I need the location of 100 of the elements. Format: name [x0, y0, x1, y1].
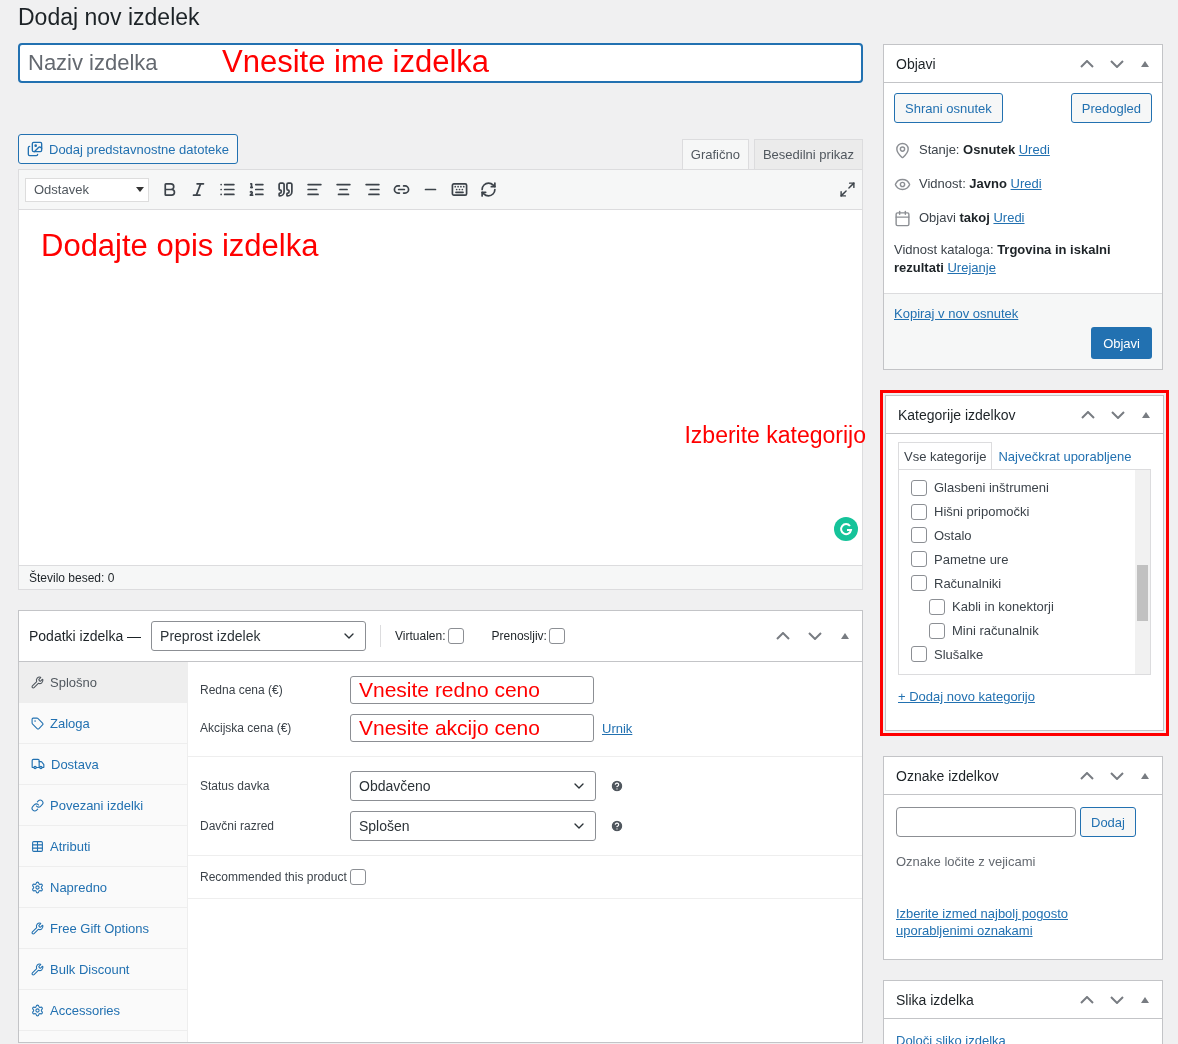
tag-icon: [31, 716, 44, 730]
tax-select[interactable]: Obdavčeno: [350, 771, 596, 801]
field-label: Akcijska cena (€): [200, 721, 293, 735]
schedule-link[interactable]: Urnik: [602, 720, 633, 736]
category-checkbox[interactable]: [911, 527, 927, 544]
bulleted-list-icon[interactable]: [219, 181, 236, 198]
edit-link[interactable]: Uredi: [1018, 142, 1050, 157]
chevron-down-icon: [1110, 771, 1124, 780]
annotation-text: Vnesite ime izdelka: [222, 44, 490, 80]
price-field[interactable]: Vnesite redno ceno: [350, 676, 594, 704]
add-tag-button[interactable]: Dodaj: [1080, 807, 1136, 837]
annotation-text: Vnesite akcijo ceno: [359, 716, 540, 740]
link-icon: [31, 798, 44, 812]
edit-link[interactable]: Uredi: [1010, 176, 1042, 191]
copy-draft-link[interactable]: Kopiraj v nov osnutek: [894, 306, 1152, 321]
product-type-select[interactable]: Preprost izdelek: [151, 621, 367, 651]
category-checkbox[interactable]: [929, 622, 945, 639]
scrollbar[interactable]: [1135, 470, 1150, 674]
category-label: Kabli in konektorji: [952, 599, 1054, 615]
price-field[interactable]: Vnesite akcijo ceno: [350, 714, 594, 742]
move-up-button[interactable]: [776, 632, 790, 640]
pin-icon: [894, 141, 911, 159]
category-tab[interactable]: Največkrat uporabljene: [992, 442, 1138, 470]
numbered-list-icon[interactable]: [248, 181, 265, 198]
category-label: Računalniki: [934, 575, 1002, 591]
category-label: Hišni pripomočki: [934, 504, 1030, 520]
secondary-button[interactable]: Shrani osnutek: [894, 93, 1003, 123]
keyboard-icon[interactable]: [451, 181, 468, 198]
triangle-icon: [1140, 995, 1150, 1004]
option-label: Prenosljiv:: [491, 629, 547, 643]
move-up-button[interactable]: [1081, 410, 1095, 419]
quote-icon[interactable]: [277, 181, 294, 198]
product-data-tab[interactable]: Povezani izdelki: [19, 785, 187, 826]
gear-icon: [31, 1003, 44, 1017]
product-data-tab[interactable]: Atributi: [19, 826, 187, 867]
category-label: Ostalo: [934, 528, 972, 543]
product-data-tab[interactable]: Dostava: [19, 744, 187, 785]
category-checkbox[interactable]: [911, 551, 927, 568]
product-data-tab[interactable]: Free Gift Options: [19, 908, 187, 949]
editor-tab[interactable]: Grafično: [681, 139, 749, 169]
move-down-button[interactable]: [1110, 771, 1124, 780]
annotation-text: Vnesite redno ceno: [359, 678, 540, 702]
images-icon: [27, 141, 43, 157]
collapse-button[interactable]: [1140, 59, 1150, 68]
triangle-icon: [1140, 59, 1150, 68]
tag-input[interactable]: [896, 807, 1076, 837]
field-label: Redna cena (€): [200, 683, 284, 697]
move-up-button[interactable]: [1080, 59, 1094, 68]
product-data-tab[interactable]: Napredno: [19, 867, 187, 908]
product-data-tab[interactable]: Accessories: [19, 990, 187, 1031]
help-icon[interactable]: [610, 779, 624, 793]
option-checkbox[interactable]: [447, 628, 464, 644]
format-select[interactable]: Odstavek: [25, 177, 149, 202]
checkbox-label: Recommended this product: [200, 870, 347, 884]
category-tab[interactable]: Vse kategorije: [898, 442, 993, 470]
option-checkbox[interactable]: [548, 628, 565, 644]
recommend-checkbox[interactable]: [349, 869, 366, 885]
category-checkbox[interactable]: [911, 646, 927, 663]
category-checkbox[interactable]: [911, 503, 927, 520]
chevron-up-icon: [1080, 995, 1094, 1004]
popular-tags-link[interactable]: Izberite izmed najbolj pogosto uporabljenimi oznakami: [896, 905, 1086, 939]
category-label: Pametne ure: [934, 551, 1009, 567]
help-icon[interactable]: [610, 819, 624, 833]
move-down-button[interactable]: [1110, 995, 1124, 1004]
category-checkbox[interactable]: [911, 575, 927, 592]
move-up-button[interactable]: [1080, 771, 1094, 780]
category-checkbox[interactable]: [911, 479, 927, 496]
product-data-tab[interactable]: Splošno: [19, 662, 187, 703]
secondary-button[interactable]: Predogled: [1070, 93, 1152, 123]
fullscreen-icon[interactable]: [839, 181, 856, 198]
triangle-icon: [1141, 410, 1151, 419]
align-right-icon[interactable]: [364, 181, 381, 198]
edit-link[interactable]: Urejanje: [947, 260, 996, 275]
editor-tab[interactable]: Besedilni prikaz: [753, 139, 863, 169]
category-checkbox[interactable]: [929, 598, 945, 615]
edit-link[interactable]: Uredi: [993, 210, 1025, 225]
move-up-button[interactable]: [1080, 995, 1094, 1004]
refresh-icon[interactable]: [480, 181, 497, 198]
product-data-tab[interactable]: Zaloga: [19, 703, 187, 744]
tax-select[interactable]: Splošen: [350, 811, 596, 841]
bold-icon[interactable]: [161, 181, 178, 198]
move-down-button[interactable]: [1111, 410, 1125, 419]
add-category-link[interactable]: + Dodaj novo kategorijo: [898, 689, 1035, 704]
move-down-button[interactable]: [1110, 59, 1124, 68]
align-left-icon[interactable]: [306, 181, 323, 198]
italic-icon[interactable]: [190, 181, 207, 198]
collapse-button[interactable]: [1141, 410, 1151, 419]
add-media-button[interactable]: Dodaj predstavnostne datoteke: [18, 134, 238, 164]
collapse-button[interactable]: [1140, 771, 1150, 780]
publish-button[interactable]: Objavi: [1091, 327, 1152, 359]
option-label: Virtualen:: [395, 629, 446, 643]
collapse-button[interactable]: [840, 632, 850, 640]
align-center-icon[interactable]: [335, 181, 352, 198]
collapse-button[interactable]: [1140, 995, 1150, 1004]
move-down-button[interactable]: [808, 632, 822, 640]
publish-info-text: Vidnost: Javno Uredi: [919, 175, 1042, 193]
product-data-tab[interactable]: Bulk Discount: [19, 949, 187, 990]
chevron-up-icon: [776, 632, 790, 640]
triangle-icon: [840, 632, 850, 640]
chevron-down-icon: [1110, 995, 1124, 1004]
